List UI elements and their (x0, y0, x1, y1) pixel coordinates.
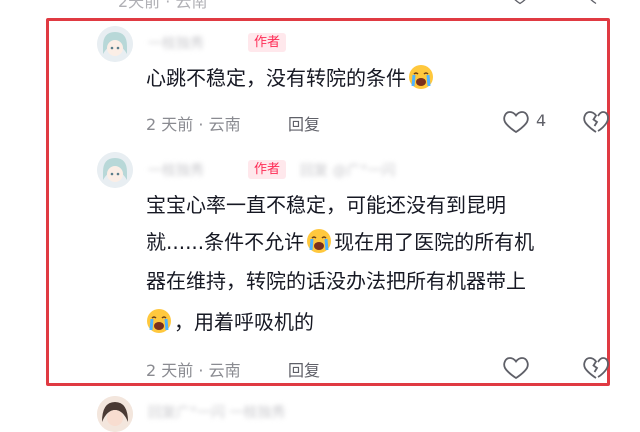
next-comment-partial: 回复广°一闪 一枝独秀 (0, 392, 640, 432)
comment-text-content: ，用着呼吸机的 (174, 310, 314, 334)
comment-time: 2 天前 (146, 115, 194, 134)
comment-text-line: 就......条件不允许 现在用了医院的所有机 (146, 226, 534, 259)
comment-time: 2 天前 (146, 361, 194, 380)
comment-text-content: 器在维持，转院的话没办法把所有机器带上 (146, 269, 526, 293)
heart-icon[interactable] (502, 354, 530, 380)
comment-location: 云南 (208, 115, 241, 134)
previous-comment-partial: 2天前 · 云南 (0, 0, 640, 11)
crying-emoji-icon (147, 309, 171, 333)
comment-text-line: 器在维持，转院的话没办法把所有机器带上 (146, 265, 526, 298)
comment-text-content: 就......条件不允许 (146, 230, 305, 254)
comment-location: 云南 (208, 361, 241, 380)
comment-meta: 2 天前 · 云南 (146, 357, 241, 381)
reply-target[interactable]: 回复 @广°一闪 (300, 160, 395, 180)
meta-separator: · (198, 115, 204, 134)
comment-text: 心跳不稳定，没有转院的条件 (146, 62, 436, 95)
dislike-icon[interactable] (586, 0, 606, 6)
reply-button[interactable]: 回复 (288, 111, 320, 135)
heart-icon[interactable] (510, 0, 530, 6)
crying-emoji-icon (409, 65, 433, 89)
comment-text-content: 心跳不稳定，没有转院的条件 (146, 66, 406, 90)
username[interactable]: 一枝独秀 (148, 160, 204, 180)
avatar[interactable] (97, 152, 133, 188)
crying-emoji-icon (307, 229, 332, 253)
reply-button[interactable]: 回复 (288, 357, 320, 381)
comment-text-content: 现在用了医院的所有机 (334, 230, 535, 254)
avatar[interactable] (97, 26, 133, 62)
meta-separator: · (198, 361, 204, 380)
comment-text-line: ，用着呼吸机的 (146, 306, 314, 339)
heart-icon[interactable] (502, 108, 530, 134)
comment-text-content: 宝宝心率一直不稳定，可能还没有到昆明 (146, 193, 506, 217)
dislike-icon[interactable] (583, 354, 609, 380)
username[interactable]: 一枝独秀 (148, 33, 204, 53)
username[interactable]: 回复广°一闪 一枝独秀 (148, 402, 285, 422)
like-count: 4 (536, 111, 547, 130)
author-badge: 作者 (248, 33, 287, 52)
comment-text-line: 宝宝心率一直不稳定，可能还没有到昆明 (146, 189, 506, 222)
author-badge: 作者 (248, 160, 287, 179)
previous-comment-meta: 2天前 · 云南 (118, 0, 208, 11)
comment-meta: 2 天前 · 云南 (146, 111, 241, 135)
dislike-icon[interactable] (583, 108, 609, 134)
